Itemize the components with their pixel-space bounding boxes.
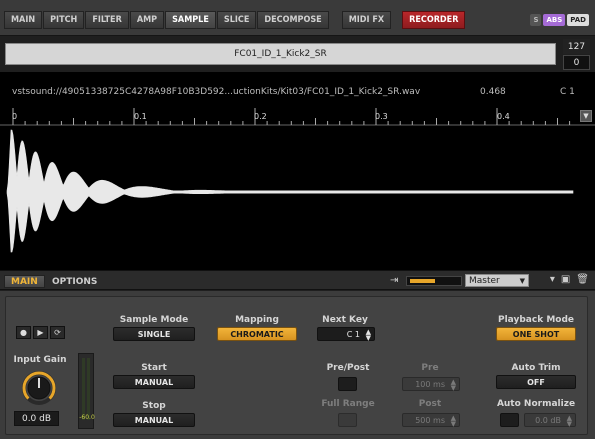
play-icon: ▶ [37, 328, 44, 337]
post-time-value: 500 ms [415, 415, 445, 425]
auto-normalize-label: Auto Normalize [496, 399, 576, 409]
start-label: Start [141, 363, 167, 373]
waveform-display[interactable] [0, 116, 595, 268]
input-gain-value[interactable]: 0.0 dB [14, 411, 59, 426]
root-key: C 1 [560, 87, 575, 97]
waveform-editor[interactable]: vstsound://49051338725C4278A98F10B3D592.… [0, 72, 595, 270]
meter-bar-left [82, 358, 85, 420]
sample-mode-button[interactable]: SINGLE [113, 327, 195, 341]
tab-midi-fx[interactable]: MIDI FX [341, 11, 392, 29]
pre-post-label: Pre/Post [326, 363, 370, 373]
meter-bar-right [87, 358, 90, 420]
mapping-label: Mapping [235, 315, 279, 325]
full-range-checkbox[interactable] [338, 413, 357, 427]
stepper-icon[interactable]: ▲ ▼ [451, 415, 456, 428]
tab-pitch[interactable]: PITCH [43, 11, 85, 29]
pad-toggle-button[interactable]: PAD [567, 14, 589, 26]
recorder-settings-inner: ● ▶ ⟳ Input Gain 0.0 dB -60.0 Sample Mod… [5, 296, 588, 435]
stepper-icon[interactable]: ▲ ▼ [366, 329, 371, 342]
play-button[interactable]: ▶ [33, 326, 48, 339]
next-key-field[interactable]: C 1 ▲ ▼ [317, 327, 375, 342]
editor-tabs: MAIN PITCH FILTER AMP SAMPLE SLICE DECOM… [4, 11, 466, 29]
velocity-low-value[interactable]: 0 [563, 55, 590, 70]
loop-icon: ⟳ [54, 328, 61, 337]
post-label: Post [418, 399, 442, 409]
playback-mode-label: Playback Mode [498, 315, 574, 325]
stepper-icon[interactable]: ▲ ▼ [451, 379, 456, 392]
cursor-position: 0.468 [480, 87, 506, 97]
tab-recorder[interactable]: RECORDER [402, 11, 466, 29]
loop-button[interactable]: ⟳ [50, 326, 65, 339]
record-button[interactable]: ● [16, 326, 31, 339]
recorder-settings-panel: ● ▶ ⟳ Input Gain 0.0 dB -60.0 Sample Mod… [0, 291, 595, 439]
top-icons: S ABS PAD [530, 14, 589, 26]
stop-mode-button[interactable]: MANUAL [113, 413, 195, 427]
pre-time-field[interactable]: 100 ms ▲ ▼ [402, 377, 460, 392]
auto-trim-label: Auto Trim [511, 363, 561, 373]
stop-label: Stop [142, 401, 166, 411]
tab-main[interactable]: MAIN [4, 11, 43, 29]
section-icons: ▾ ▣ 🗑 [550, 274, 589, 285]
tab-amp[interactable]: AMP [129, 11, 165, 29]
output-bus-label: Master [469, 275, 500, 286]
auto-trim-button[interactable]: OFF [496, 375, 576, 389]
meter-value: -60.0 [79, 414, 95, 421]
post-time-field[interactable]: 500 ms ▲ ▼ [402, 413, 460, 428]
full-range-label: Full Range [321, 399, 375, 409]
section-bar: MAIN OPTIONS ⇥ Master ▼ ▾ ▣ 🗑 [0, 270, 595, 290]
input-level-meter: -60.0 [78, 353, 95, 429]
start-mode-button[interactable]: MANUAL [113, 375, 195, 389]
recording-level-meter [406, 276, 462, 286]
abs-toggle-button[interactable]: ABS [543, 14, 566, 26]
record-icon: ● [20, 328, 27, 337]
output-bus-select[interactable]: Master ▼ [465, 274, 529, 287]
mapping-button[interactable]: CHROMATIC [217, 327, 297, 341]
tab-slice[interactable]: SLICE [216, 11, 257, 29]
auto-normalize-field[interactable]: 0.0 dB ▲ ▼ [524, 413, 576, 428]
pre-label: Pre [421, 363, 439, 373]
pre-time-value: 100 ms [415, 379, 445, 389]
input-gain-label: Input Gain [13, 355, 67, 365]
tab-section-main[interactable]: MAIN [4, 275, 45, 288]
playback-mode-button[interactable]: ONE SHOT [496, 327, 576, 341]
meter-fill [410, 279, 435, 283]
input-gain-knob[interactable] [21, 370, 57, 406]
next-key-label: Next Key [322, 315, 368, 325]
top-tab-bar: MAIN PITCH FILTER AMP SAMPLE SLICE DECOM… [0, 0, 595, 36]
auto-normalize-checkbox[interactable] [500, 413, 519, 427]
trash-icon[interactable]: 🗑 [576, 274, 589, 285]
s-toggle-button[interactable]: S [530, 14, 542, 26]
chevron-down-icon: ▼ [519, 277, 525, 285]
tab-section-options[interactable]: OPTIONS [46, 275, 103, 288]
tab-sample[interactable]: SAMPLE [165, 11, 216, 29]
tab-decompose[interactable]: DECOMPOSE [257, 11, 329, 29]
stepper-icon[interactable]: ▲ ▼ [567, 415, 572, 428]
tab-filter[interactable]: FILTER [85, 11, 129, 29]
sample-mode-label: Sample Mode [119, 315, 189, 325]
auto-normalize-value: 0.0 dB [535, 415, 561, 425]
pre-post-checkbox[interactable] [338, 377, 357, 391]
velocity-high-value[interactable]: 127 [563, 39, 590, 54]
sample-name-field[interactable]: FC01_ID_1_Kick2_SR [5, 43, 556, 65]
input-arrow-icon: ⇥ [390, 275, 399, 286]
next-key-value: C 1 [346, 329, 360, 339]
save-icon[interactable]: ▣ [561, 274, 570, 285]
menu-chevron-icon[interactable]: ▾ [550, 274, 555, 285]
sample-path: vstsound://49051338725C4278A98F10B3D592.… [12, 87, 421, 97]
